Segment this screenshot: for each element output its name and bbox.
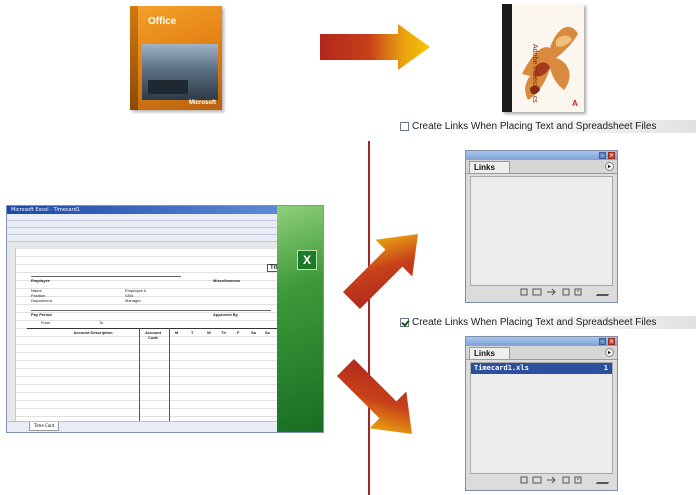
links-list-empty xyxy=(470,176,613,286)
resize-grip-icon[interactable] xyxy=(595,288,615,296)
excel-sheet-tabbar: Time Card xyxy=(7,421,277,432)
microsoft-logo: Microsoft xyxy=(189,100,216,106)
excel-row-numbers xyxy=(7,248,16,424)
links-palette-linked: – × Links ▸ Timecard1.xls 1 xyxy=(465,336,618,491)
create-links-label-checked: Create Links When Placing Text and Sprea… xyxy=(412,317,657,328)
excel-toolbar-2 xyxy=(7,221,323,228)
links-list: Timecard1.xls 1 xyxy=(470,362,613,474)
create-links-option-unchecked[interactable]: Create Links When Placing Text and Sprea… xyxy=(398,120,696,133)
link-row-timecard[interactable]: Timecard1.xls 1 xyxy=(471,363,612,374)
links-palette-titlebar: – × xyxy=(466,151,617,160)
col-su: Su xyxy=(265,330,271,335)
office-photo-desk xyxy=(148,80,188,94)
close-icon[interactable]: × xyxy=(608,152,615,159)
excel-green-panel: X xyxy=(277,206,323,432)
svg-text:A: A xyxy=(572,99,578,108)
minimize-icon[interactable]: – xyxy=(599,338,606,345)
links-toolbar-icons[interactable] xyxy=(519,476,589,484)
form-rule xyxy=(31,276,181,277)
col-account-description: Account Description xyxy=(73,330,113,335)
table-top-rule xyxy=(27,328,277,329)
link-file-name: Timecard1.xls xyxy=(474,364,529,372)
field-from: From xyxy=(41,320,51,325)
excel-timecard-screenshot: Microsoft Excel - Timecard1 Title Employ… xyxy=(6,205,324,433)
section-employee: Employee xyxy=(31,278,50,283)
sheet-tab-time-card[interactable]: Time Card xyxy=(29,422,60,431)
col-sa: Sa xyxy=(251,330,256,335)
links-palette-titlebar: – × xyxy=(466,337,617,346)
excel-formula-bar xyxy=(7,235,323,242)
links-tab[interactable]: Links xyxy=(469,347,510,359)
links-palette-tabbar: Links ▸ xyxy=(466,346,617,360)
office-box-spine xyxy=(130,6,138,110)
section-pay-period: Pay Period xyxy=(31,312,52,317)
create-links-option-checked[interactable]: Create Links When Placing Text and Sprea… xyxy=(398,316,696,329)
arrow-right-top xyxy=(320,24,430,70)
col-account-code: Account Code xyxy=(145,330,161,340)
create-links-checkbox-unchecked[interactable] xyxy=(400,122,409,131)
col-w: W xyxy=(207,330,211,335)
palette-menu-icon[interactable]: ▸ xyxy=(605,348,614,357)
section-miscellaneous: Miscellaneous xyxy=(213,278,241,283)
col-th: Th xyxy=(221,330,226,335)
table-divider xyxy=(139,328,140,422)
links-toolbar-icons[interactable] xyxy=(519,288,589,296)
links-palette-footer xyxy=(466,476,617,486)
links-tab[interactable]: Links xyxy=(469,161,510,173)
links-palette-empty: – × Links ▸ xyxy=(465,150,618,303)
palette-menu-icon[interactable]: ▸ xyxy=(605,162,614,171)
field-department: Department xyxy=(31,298,52,303)
indesign-product-name: Adobe InDesign cs xyxy=(531,44,538,103)
col-m: M xyxy=(175,330,179,335)
col-f: F xyxy=(237,330,240,335)
table-divider xyxy=(169,328,170,422)
arrow-down-right xyxy=(336,358,412,434)
create-links-checkbox-checked[interactable] xyxy=(400,318,409,327)
links-palette-footer xyxy=(466,288,617,298)
adobe-indesign-box: A Adobe InDesign cs xyxy=(502,4,584,112)
indesign-butterfly-art: A xyxy=(522,26,578,108)
section-approved-by: Approved By xyxy=(213,312,238,317)
create-links-label-unchecked: Create Links When Placing Text and Sprea… xyxy=(412,121,657,132)
office-box-photo xyxy=(142,44,218,100)
excel-title-bar: Microsoft Excel - Timecard1 xyxy=(7,206,323,214)
form-rule-2 xyxy=(31,310,271,311)
indesign-box-spine xyxy=(502,4,512,112)
close-icon[interactable]: × xyxy=(608,338,615,345)
minimize-icon[interactable]: – xyxy=(599,152,606,159)
excel-toolbar-3 xyxy=(7,228,323,235)
field-to: To xyxy=(99,320,104,325)
microsoft-office-box: Office Microsoft xyxy=(130,6,222,110)
excel-logo-icon: X xyxy=(297,250,317,270)
field-manager: Manager xyxy=(125,298,141,303)
office-logo: Office xyxy=(148,16,177,27)
col-t: T xyxy=(191,330,194,335)
links-palette-tabbar: Links ▸ xyxy=(466,160,617,174)
excel-toolbar-1 xyxy=(7,214,323,221)
arrow-up-right xyxy=(342,234,418,310)
link-page-number: 1 xyxy=(603,364,608,372)
resize-grip-icon[interactable] xyxy=(595,476,615,484)
